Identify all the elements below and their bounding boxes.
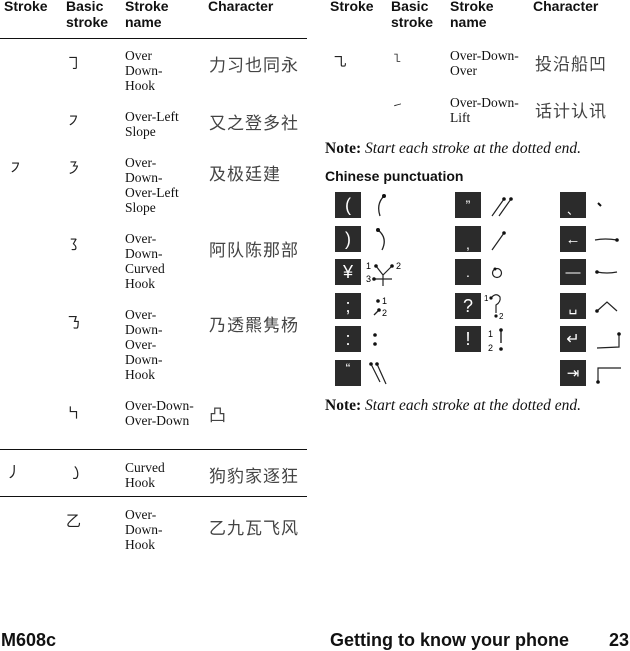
key-comma: , <box>455 226 481 252</box>
key-semicolon: ; <box>335 293 361 319</box>
stroke-name: Over-Down-Lift <box>450 95 519 125</box>
stroke-name: Over-Down-Over-Down <box>125 398 194 428</box>
hint-label: 2 <box>499 312 504 321</box>
note-stroke-start-2: Note: Start each stroke at the dotted en… <box>325 397 581 415</box>
basic-stroke-glyph: ㇅ <box>392 52 403 65</box>
basic-stroke-glyph: ㇇ <box>66 112 82 130</box>
key-dash: — <box>560 259 586 285</box>
left-header-basic-stroke: Basic stroke <box>66 0 109 30</box>
hint-label: 2 <box>382 308 387 318</box>
stroke-hint-open-paren <box>378 194 386 217</box>
stroke-name: Curved Hook <box>125 460 165 490</box>
example-characters: 及极廷建 <box>209 165 281 185</box>
hint-label: 1 <box>488 329 493 339</box>
right-header-stroke: Stroke <box>330 0 374 14</box>
stroke-glyph: ㇇ <box>8 159 24 177</box>
stroke-hint-question: 12 <box>484 294 504 321</box>
key-open-paren: ( <box>335 192 361 218</box>
stroke-hint-tab <box>596 367 621 384</box>
hint-label: 1 <box>382 296 387 306</box>
example-characters: 阿队陈那部 <box>209 241 299 261</box>
key-space: ␣ <box>560 293 586 319</box>
note-label: Note: <box>325 397 362 414</box>
stroke-hint-exclamation: 12 <box>488 328 503 353</box>
stroke-name: Over-Down-Over <box>450 48 519 78</box>
hint-label: 1 <box>484 294 489 303</box>
key-enumeration-comma: 、 <box>560 192 586 218</box>
stroke-name: Over-Left Slope <box>125 109 179 139</box>
stroke-name: Over-Down-Hook <box>125 507 163 552</box>
left-header-stroke: Stroke <box>4 0 48 14</box>
hint-label: 2 <box>488 343 493 353</box>
stroke-hint-period <box>491 267 503 279</box>
basic-stroke-glyph: 乙 <box>66 512 82 530</box>
note-stroke-start: Note: Start each stroke at the dotted en… <box>325 140 581 158</box>
note-text: Start each stroke at the dotted end. <box>365 397 581 414</box>
footer-model: M608c <box>1 630 57 650</box>
right-header-basic-stroke: Basic stroke <box>391 0 434 30</box>
left-header-character: Character <box>208 0 274 14</box>
stroke-hint-close-quote <box>491 197 513 217</box>
hint-label: 3 <box>366 274 371 284</box>
stroke-hint-enumeration-comma <box>597 202 602 207</box>
right-header-character: Character <box>533 0 599 14</box>
basic-stroke-glyph: ㇁ <box>68 464 84 482</box>
footer-section-title: Getting to know your phone <box>330 630 569 650</box>
stroke-name: Over-Down-Over-Down-Hook <box>125 307 163 382</box>
left-header-rule <box>0 38 307 39</box>
row-divider <box>0 496 307 497</box>
stroke-glyph: 丿 <box>6 463 22 481</box>
stroke-hint-colon <box>373 333 377 346</box>
basic-stroke-glyph: ㇆ <box>66 54 82 72</box>
key-backspace: ← <box>560 226 586 252</box>
basic-stroke-glyph: ㇋ <box>66 159 82 177</box>
stroke-name: Over-Down-Over-Left Slope <box>125 155 179 215</box>
hint-label: 2 <box>396 261 401 271</box>
example-characters: 凸 <box>209 406 227 426</box>
stroke-name: Over Down-Hook <box>125 48 163 93</box>
basic-stroke-glyph: ㇞ <box>66 404 82 422</box>
stroke-hint-dash <box>595 270 618 274</box>
stroke-hint-semicolon: 12 <box>373 296 387 318</box>
stroke-hint-backspace <box>594 238 619 242</box>
key-exclamation: ! <box>455 326 481 352</box>
basic-stroke-glyph: ㇀ <box>392 99 403 112</box>
footer-page-number: 23 <box>609 630 630 650</box>
key-tab: ⇥ <box>560 360 586 386</box>
key-open-quote: “ <box>335 360 361 386</box>
note-text: Start each stroke at the dotted end. <box>365 140 581 157</box>
note-label: Note: <box>325 140 362 157</box>
stroke-name: Over-Down-Curved Hook <box>125 231 165 291</box>
example-characters: 投沿船凹 <box>535 55 607 75</box>
example-characters: 话计认讯 <box>535 102 607 122</box>
stroke-hint-close-paren <box>376 228 385 251</box>
key-colon: : <box>335 326 361 352</box>
example-characters: 乃透羆隽杨 <box>209 316 299 336</box>
example-characters: 乙九瓦飞风 <box>209 519 299 539</box>
key-close-paren: ) <box>335 226 361 252</box>
key-close-quote: ” <box>455 192 481 218</box>
stroke-hint-space <box>595 301 618 313</box>
stroke-glyph: ㇈ <box>332 53 348 71</box>
stroke-hint-open-quote <box>369 362 387 385</box>
stroke-hint-enter <box>596 332 621 349</box>
section-title-punctuation: Chinese punctuation <box>325 168 464 184</box>
basic-stroke-glyph: ㇡ <box>66 314 82 332</box>
example-characters: 狗豹家逐狂 <box>209 467 299 487</box>
example-characters: 力习也同永 <box>209 56 299 76</box>
example-characters: 又之登多社 <box>209 114 299 134</box>
right-header-stroke-name: Stroke name <box>450 0 494 30</box>
key-question: ? <box>455 293 481 319</box>
stroke-hint-comma <box>491 231 506 251</box>
key-enter: ↵ <box>560 326 586 352</box>
key-period: . <box>455 259 481 285</box>
left-header-stroke-name: Stroke name <box>125 0 169 30</box>
row-divider <box>0 449 307 450</box>
key-yen: ¥ <box>335 259 361 285</box>
stroke-hint-yen: 1 2 3 <box>366 261 401 286</box>
hint-label: 1 <box>366 261 371 271</box>
basic-stroke-glyph: ㇌ <box>66 236 82 254</box>
